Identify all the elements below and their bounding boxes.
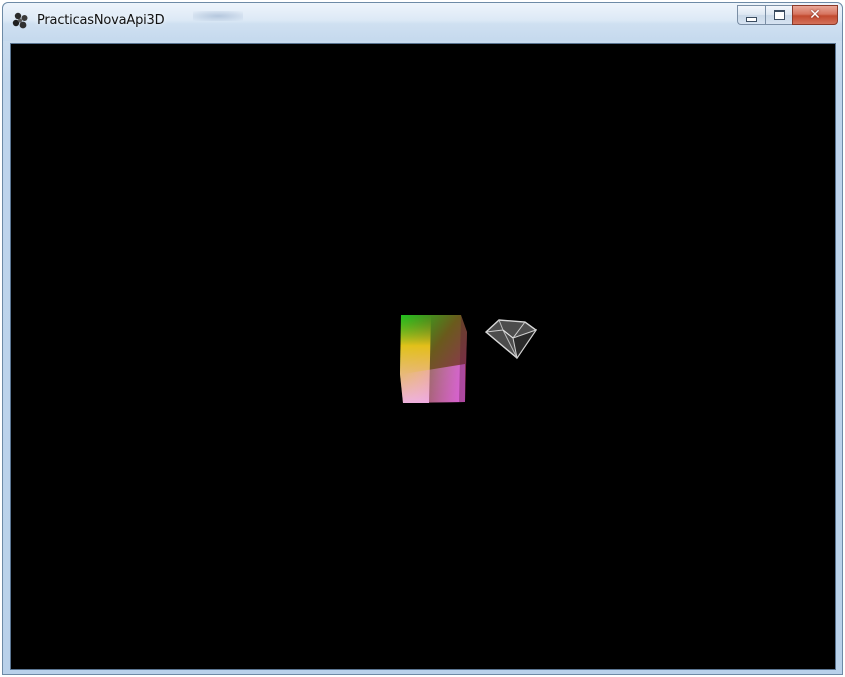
app-icon[interactable] [11, 11, 31, 31]
close-icon: ✕ [809, 7, 821, 23]
maximize-icon [773, 10, 785, 20]
caption-buttons: ✕ [737, 5, 838, 27]
maximize-button[interactable] [765, 5, 792, 25]
minimize-button[interactable] [737, 5, 765, 25]
app-window: PracticasNovaApi3D ✕ [2, 2, 843, 675]
color-gradient-cube [400, 315, 467, 403]
title-bar[interactable]: PracticasNovaApi3D ✕ [3, 3, 842, 41]
title-glow [193, 11, 243, 21]
close-button[interactable]: ✕ [792, 5, 838, 25]
window-title: PracticasNovaApi3D [37, 13, 165, 28]
minimize-icon [746, 16, 757, 22]
wireframe-diamond [485, 319, 537, 360]
render-viewport[interactable] [10, 43, 836, 670]
